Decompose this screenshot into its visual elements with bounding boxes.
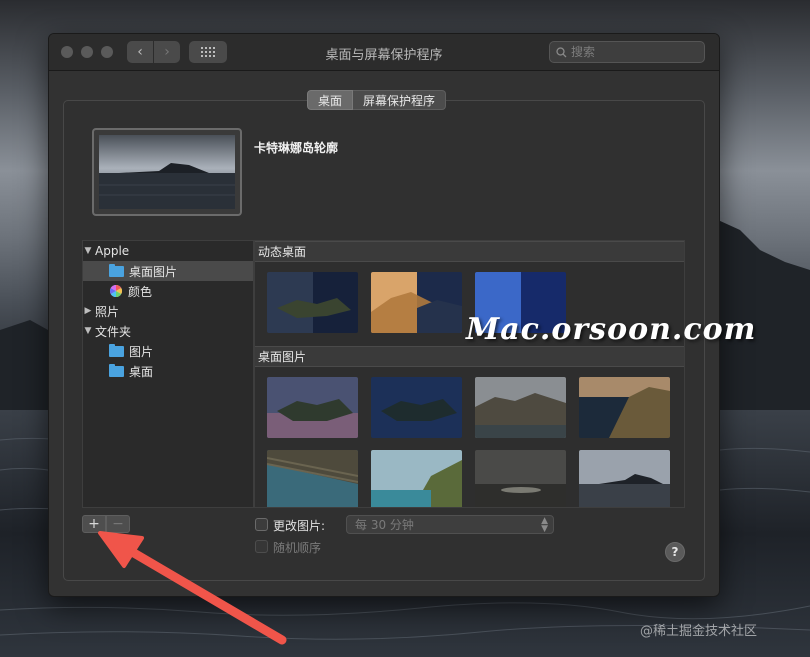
annotation-arrow-icon (98, 531, 287, 645)
